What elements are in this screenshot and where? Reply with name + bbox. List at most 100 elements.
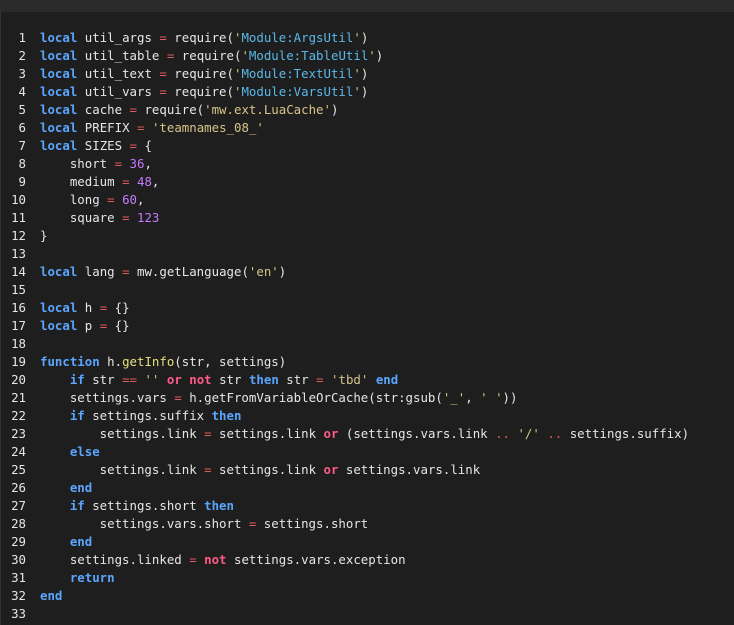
code-line[interactable]: 31 return — [1, 569, 734, 587]
code-token: = — [114, 156, 123, 171]
code-editor[interactable]: 1 local util_args = require('Module:ArgsU… — [0, 12, 734, 625]
code-line[interactable]: 8 short = 36, — [1, 155, 734, 173]
code-text: settings.vars = h.getFromVariableOrCache… — [40, 389, 518, 407]
code-line[interactable]: 10 long = 60, — [1, 191, 734, 209]
code-token: not — [204, 552, 227, 567]
code-token: str — [278, 372, 317, 387]
code-line[interactable]: 14 local lang = mw.getLanguage('en') — [1, 263, 734, 281]
code-token: settings.vars — [40, 390, 175, 405]
code-text: long = 60, — [40, 191, 145, 209]
code-line[interactable]: 16 local h = {} — [1, 299, 734, 317]
code-text: local util_vars = require('Module:VarsUt… — [40, 83, 368, 101]
code-line[interactable]: 32 end — [1, 587, 734, 605]
code-token: local — [40, 30, 78, 45]
code-line[interactable]: 30 settings.linked = not settings.vars.e… — [1, 551, 734, 569]
code-line[interactable]: 11 square = 123 — [1, 209, 734, 227]
code-token: .. — [547, 426, 563, 441]
code-token: = — [122, 174, 130, 189]
code-line[interactable]: 27 if settings.short then — [1, 497, 734, 515]
code-token: , — [151, 174, 160, 189]
code-line[interactable]: 6 local PREFIX = 'teamnames_08_' — [1, 119, 734, 137]
code-token: h.getFromVariableOrCache(str:gsub( — [181, 390, 443, 405]
code-token: ) — [278, 264, 287, 279]
code-token: then — [211, 408, 242, 423]
code-token: require( — [137, 102, 205, 117]
code-line[interactable]: 12} — [1, 227, 734, 245]
code-line[interactable]: 24 else — [1, 443, 734, 461]
code-token: str — [211, 372, 249, 387]
code-line[interactable]: 9 medium = 48, — [1, 173, 734, 191]
code-token: end — [69, 480, 93, 495]
code-line[interactable]: 22 if settings.suffix then — [1, 407, 734, 425]
code-line[interactable]: 13 — [1, 245, 734, 263]
code-line[interactable]: 2 local util_table = require('Module:Tabl… — [1, 47, 734, 65]
code-line[interactable]: 21 settings.vars = h.getFromVariableOrCa… — [1, 389, 734, 407]
code-token: or — [323, 426, 339, 441]
code-line[interactable]: 20 if str == '' or not str then str = 't… — [1, 371, 734, 389]
code-token: '_' — [442, 390, 466, 405]
code-token: PREFIX — [77, 120, 137, 135]
code-line[interactable]: 17 local p = {} — [1, 317, 734, 335]
code-line[interactable]: 29 end — [1, 533, 734, 551]
line-number: 20 — [11, 372, 26, 387]
code-token: or — [323, 462, 339, 477]
code-line[interactable]: 18 — [1, 335, 734, 353]
code-token: .. — [495, 426, 510, 441]
line-number: 3 — [18, 66, 26, 81]
line-number: 21 — [11, 390, 26, 405]
code-text: if settings.suffix then — [40, 407, 242, 425]
line-number: 17 — [11, 318, 26, 333]
code-text: if settings.short then — [40, 497, 234, 515]
code-token: 60 — [122, 192, 137, 207]
code-token: settings.vars.link — [338, 462, 481, 477]
code-line[interactable]: 19 function h.getInfo(str, settings) — [1, 353, 734, 371]
code-token: settings.short — [84, 498, 205, 513]
code-line[interactable]: 15 — [1, 281, 734, 299]
code-token: 48 — [137, 174, 152, 189]
line-number: 14 — [11, 264, 26, 279]
code-text: square = 123 — [40, 209, 160, 227]
code-token: p — [77, 318, 100, 333]
code-token: require( — [174, 48, 242, 63]
code-line[interactable]: 25 settings.link = settings.link or sett… — [1, 461, 734, 479]
code-token: = — [159, 84, 167, 99]
code-token: , — [465, 390, 481, 405]
code-token: '' — [144, 372, 160, 387]
code-token: then — [248, 372, 279, 387]
code-line[interactable]: 7 local SIZES = { — [1, 137, 734, 155]
code-token: h. — [99, 354, 123, 369]
code-line[interactable]: 33 — [1, 605, 734, 623]
code-token: util_text — [77, 66, 160, 81]
code-token: = — [204, 426, 212, 441]
code-line[interactable]: 3 local util_text = require('Module:TextU… — [1, 65, 734, 83]
code-token: settings.vars.short — [40, 516, 249, 531]
code-token: settings.short — [256, 516, 369, 531]
line-number: 13 — [11, 246, 26, 261]
code-line[interactable]: 26 end — [1, 479, 734, 497]
code-line[interactable]: 4 local util_vars = require('Module:VarsU… — [1, 83, 734, 101]
code-token: require( — [166, 84, 234, 99]
code-token: )) — [502, 390, 518, 405]
code-token: require( — [166, 30, 234, 45]
code-token: local — [40, 84, 78, 99]
code-line[interactable]: 28 settings.vars.short = settings.short — [1, 515, 734, 533]
code-line[interactable]: 23 settings.link = settings.link or (set… — [1, 425, 734, 443]
code-token: settings.link — [40, 426, 205, 441]
code-line[interactable]: 1 local util_args = require('Module:ArgsU… — [1, 29, 734, 47]
code-text: settings.linked = not settings.vars.exce… — [40, 551, 406, 569]
code-token: 'en' — [248, 264, 279, 279]
code-token: ' — [241, 48, 249, 63]
code-token: = — [159, 66, 167, 81]
code-text: local util_args = require('Module:ArgsUt… — [40, 29, 368, 47]
line-number: 16 — [11, 300, 26, 315]
code-token: settings.linked — [40, 552, 190, 567]
code-line[interactable]: 5 local cache = require('mw.ext.LuaCache'… — [1, 101, 734, 119]
code-text: local util_text = require('Module:TextUt… — [40, 65, 368, 83]
code-token: { — [137, 138, 152, 153]
